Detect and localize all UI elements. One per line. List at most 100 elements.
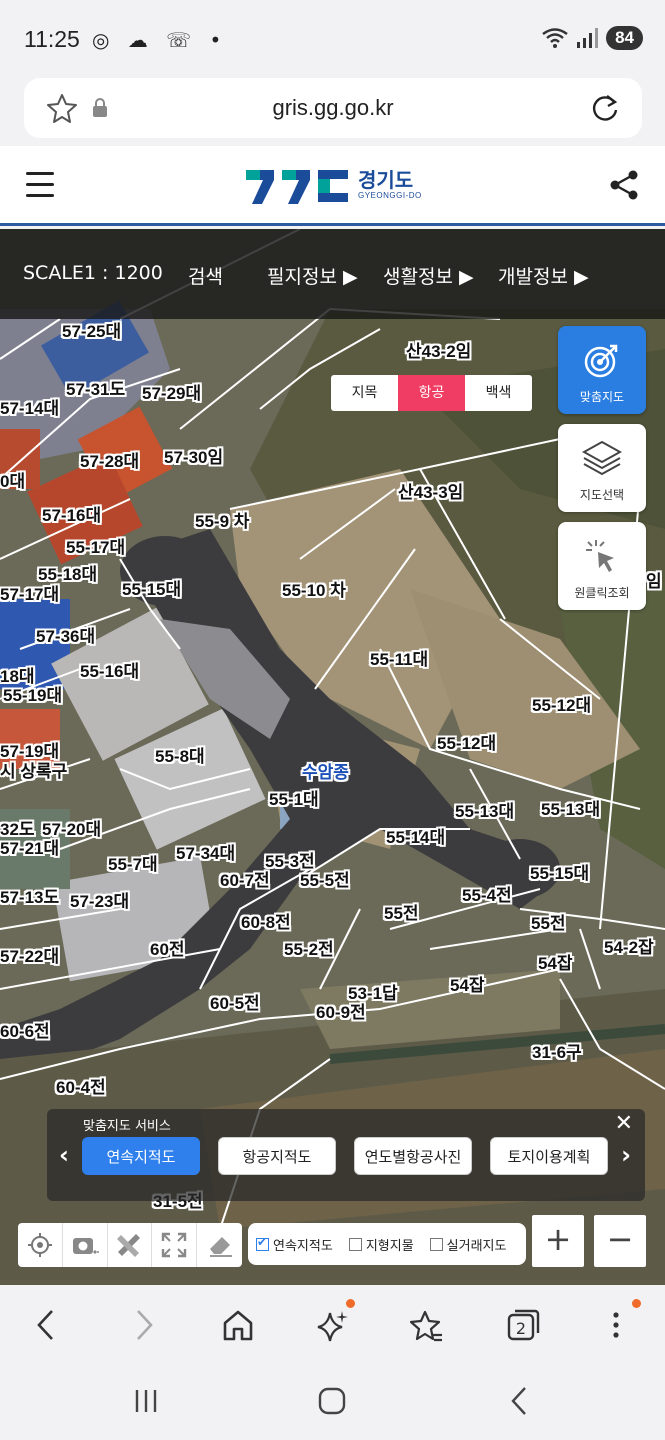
one-click-lookup-label: 원클릭조회	[574, 586, 630, 600]
checkbox-checked[interactable]	[256, 1235, 269, 1251]
chevron-left-icon[interactable]: ‹	[59, 1141, 69, 1169]
parcel-label-highlight: 수암종	[302, 763, 349, 782]
mode-jimok[interactable]: 지목	[331, 375, 398, 411]
parcel-label: 57-14대	[0, 399, 60, 418]
chip-continuous-cadastral[interactable]: 연속지적도	[82, 1137, 200, 1175]
checkbox-unchecked[interactable]	[348, 1237, 362, 1251]
home-icon[interactable]	[222, 1307, 254, 1343]
parcel-label: 55-8대	[155, 747, 205, 766]
parcel-label: 55-1대	[269, 790, 319, 809]
nav-dev-info[interactable]: 개발정보 ▶	[498, 262, 589, 289]
eraser-icon[interactable]	[197, 1223, 242, 1267]
parcel-label: 55-19대	[3, 686, 63, 705]
parcel-label: 55-14대	[386, 828, 446, 847]
wifi-icon	[542, 28, 568, 48]
parcel-label: 임	[646, 572, 662, 591]
forward-icon[interactable]	[132, 1307, 156, 1343]
tabs-icon[interactable]: 2	[506, 1307, 540, 1343]
parcel-label: 57-28대	[80, 452, 140, 471]
status-time: 11:25	[24, 26, 80, 52]
nav-search[interactable]: 검색	[188, 262, 223, 289]
parcel-label: 57-13도	[0, 888, 60, 907]
parcel-label: 57-25대	[62, 322, 122, 341]
parcel-label: 57-30임	[164, 448, 224, 467]
parcel-label: 55-17대	[66, 538, 126, 557]
parcel-label: 57-34대	[176, 844, 236, 863]
logo-subtext: GYEONGGI-DO	[358, 190, 422, 200]
browser-toolbar: 2	[0, 1285, 665, 1365]
mode-white[interactable]: 백색	[465, 375, 532, 411]
parcel-label: 54잡	[450, 976, 485, 995]
custom-map-button[interactable]: 맞춤지도	[558, 326, 646, 414]
measure-icon[interactable]	[108, 1223, 153, 1267]
recent-apps-icon[interactable]	[132, 1387, 160, 1415]
fullscreen-icon[interactable]	[152, 1223, 198, 1267]
parcel-label: 31-6구	[532, 1043, 582, 1062]
chip-yearly-aerial-photo[interactable]: 연도별항공사진	[354, 1137, 472, 1175]
parcel-label: 60전	[150, 940, 185, 959]
ai-sparkle-icon[interactable]	[316, 1307, 350, 1343]
map-select-button[interactable]: 지도선택	[558, 424, 646, 512]
map-top-nav: SCALE1 : 1200 검색 필지정보 ▶ 생활정보 ▶ 개발정보 ▶	[0, 229, 665, 319]
nav-life-info[interactable]: 생활정보 ▶	[383, 262, 474, 289]
layer-checkboxes: 연속지적도 지형지물 실거래지도	[248, 1223, 526, 1265]
chip-land-use-plan[interactable]: 토지이용계획	[490, 1137, 608, 1175]
layers-icon	[582, 440, 622, 476]
gyeonggi-logo[interactable]: 경기도 GYEONGGI-DO	[246, 166, 422, 204]
parcel-label: 60-4전	[56, 1078, 106, 1097]
svg-text:2: 2	[516, 1319, 526, 1338]
parcel-label: 55-4전	[462, 886, 512, 905]
signal-icon	[577, 28, 599, 48]
parcel-label: 60-9전	[316, 1003, 366, 1022]
hamburger-menu-icon[interactable]	[26, 172, 54, 205]
reload-icon[interactable]	[590, 92, 620, 124]
share-icon[interactable]	[609, 170, 639, 200]
home-button-icon[interactable]	[318, 1387, 346, 1415]
system-nav-bar	[0, 1365, 665, 1440]
camera-icon[interactable]	[63, 1223, 108, 1267]
map-select-label: 지도선택	[579, 488, 625, 502]
system-back-icon[interactable]	[508, 1385, 530, 1417]
close-icon[interactable]: ✕	[615, 1111, 633, 1136]
parcel-label: 산43-2임	[406, 342, 472, 361]
gyeonggi-logo-mark	[246, 170, 348, 204]
parcel-label: 55-11대	[370, 650, 429, 669]
notification-dot	[632, 1299, 641, 1308]
back-icon[interactable]	[34, 1307, 58, 1343]
checkbox-unchecked[interactable]	[429, 1237, 443, 1251]
one-click-lookup-button[interactable]: 원클릭조회	[558, 522, 646, 610]
parcel-label: 55전	[384, 904, 419, 923]
parcel-label: 57-31도	[66, 380, 126, 399]
layer-terrain-features[interactable]: 지형지물	[348, 1235, 414, 1254]
parcel-label: 55-16대	[80, 662, 140, 681]
mode-aerial[interactable]: 항공	[398, 375, 465, 411]
parcel-label: 57-21대	[0, 839, 60, 858]
nav-parcel-info[interactable]: 필지정보 ▶	[267, 262, 358, 289]
parcel-label: 55전	[531, 914, 566, 933]
chip-aerial-cadastral[interactable]: 항공지적도	[218, 1137, 336, 1175]
parcel-label: 57-17대	[0, 585, 60, 604]
chevron-right-icon[interactable]: ›	[621, 1141, 631, 1169]
target-icon	[584, 344, 618, 378]
parcel-label: 60-6전	[0, 1022, 50, 1041]
parcel-label: 55-13대	[455, 802, 515, 821]
my-location-icon[interactable]	[18, 1223, 63, 1267]
parcel-label: 54-2잡	[604, 938, 654, 957]
layer-label: 연속지적도	[273, 1238, 333, 1254]
map-view[interactable]: 57-25대 산43-2임 57-31도 57-29대 57-14대 57-28…	[0, 229, 665, 1285]
zoom-in-button[interactable]: +	[532, 1215, 584, 1267]
parcel-label: 55-9 차	[195, 512, 250, 531]
scale-indicator: SCALE1 : 1200	[23, 262, 163, 284]
layer-real-transactions[interactable]: 실거래지도	[429, 1235, 506, 1254]
parcel-label: 57-23대	[70, 892, 130, 911]
more-menu-icon[interactable]	[608, 1307, 624, 1343]
zoom-out-button[interactable]: −	[594, 1215, 646, 1267]
url-text[interactable]: gris.gg.go.kr	[24, 95, 642, 121]
layer-continuous-cadastral[interactable]: 연속지적도	[256, 1235, 333, 1254]
address-bar[interactable]: gris.gg.go.kr	[24, 78, 642, 138]
parcel-label: 55-12대	[532, 696, 592, 715]
parcel-label: 55-12대	[437, 734, 497, 753]
bookmarks-icon[interactable]	[410, 1307, 444, 1343]
parcel-label: 산43-3임	[398, 483, 464, 502]
status-bar: 11:25 ◎ ☁ ☏ • 84	[0, 0, 665, 78]
